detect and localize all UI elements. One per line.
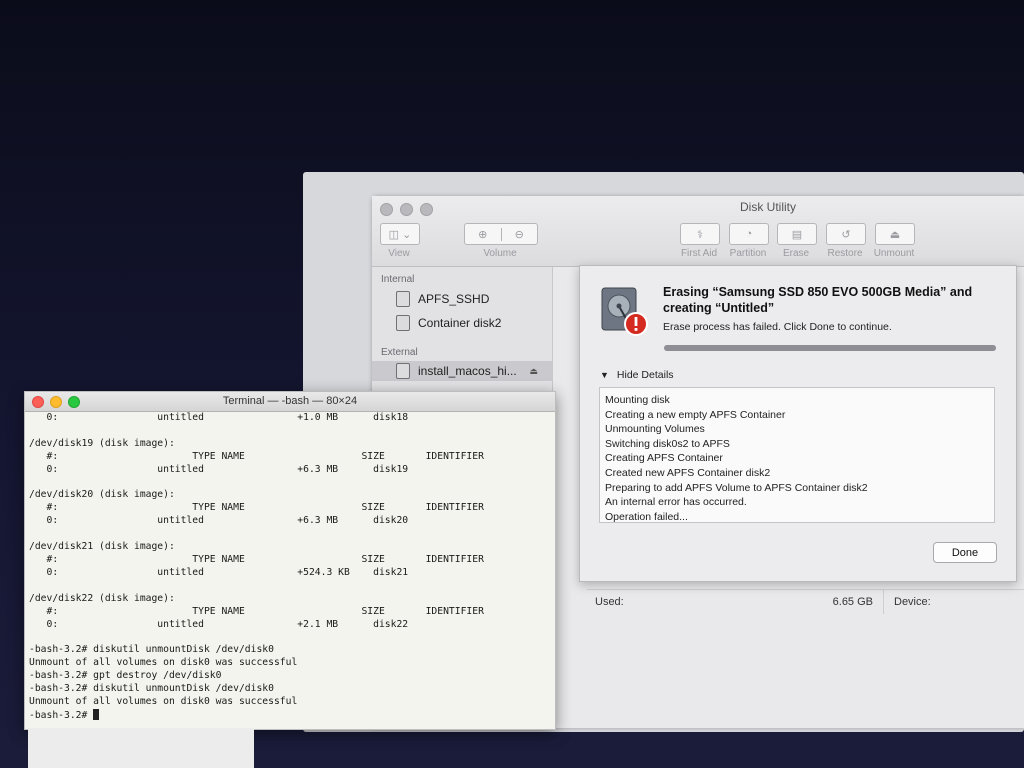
- unmount-label: Unmount: [873, 248, 915, 259]
- remove-volume-icon[interactable]: ⊖: [502, 228, 538, 241]
- sidebar-section-internal: Internal: [381, 274, 415, 285]
- terminal-line: Unmount of all volumes on disk0 was succ…: [29, 657, 298, 669]
- partition-button[interactable]: ◔: [729, 223, 769, 245]
- disk-icon: [396, 363, 410, 379]
- eject-icon[interactable]: ⏏: [529, 366, 538, 377]
- log-line: An internal error has occurred.: [605, 496, 747, 509]
- hide-details-label: Hide Details: [616, 369, 674, 381]
- info-divider: [883, 590, 884, 614]
- restore-label: Restore: [827, 248, 863, 259]
- sheet-status: Erase process has failed. Click Done to …: [663, 321, 892, 333]
- terminal-line: #: TYPE NAME SIZE IDENTIFIER: [29, 450, 484, 462]
- log-line: Preparing to add APFS Volume to APFS Con…: [605, 481, 868, 494]
- terminal-line: ​: [29, 425, 551, 438]
- log-line: Creating APFS Container: [605, 452, 723, 465]
- used-label: Used:: [595, 596, 624, 608]
- restore-icon: ↺: [841, 228, 851, 241]
- partition-label: Partition: [729, 248, 767, 259]
- log-line: Operation failed...: [605, 510, 688, 523]
- info-row: Used: 6.65 GB Device:: [587, 589, 1024, 614]
- view-label: View: [388, 248, 410, 259]
- terminal-line: 0: untitled +6.3 MB disk19: [29, 463, 409, 475]
- details-log: Mounting disk Creating a new empty APFS …: [599, 387, 995, 523]
- chevron-down-icon: ⌄: [402, 228, 412, 241]
- unmount-icon: ⏏: [889, 228, 901, 241]
- terminal-line: 0: untitled +2.1 MB disk22: [29, 618, 409, 630]
- erase-progress-bar: [664, 345, 996, 351]
- volume-label: Volume: [483, 248, 517, 259]
- terminal-prompt-line: -bash-3.2#: [29, 708, 551, 723]
- log-line: Mounting disk: [605, 394, 670, 406]
- progress-fill: [664, 345, 996, 351]
- restore-button[interactable]: ↺: [826, 223, 866, 245]
- terminal-line: #: TYPE NAME SIZE IDENTIFIER: [29, 502, 484, 514]
- terminal-prompt: -bash-3.2#: [29, 709, 94, 721]
- terminal-line: Unmount of all volumes on disk0 was succ…: [29, 695, 298, 707]
- text-cursor: [93, 708, 100, 720]
- sidebar-icon: ◫: [388, 228, 400, 241]
- volume-button-group: ⊕ ⊖: [464, 223, 538, 245]
- view-button[interactable]: ◫ ⌄: [380, 223, 420, 245]
- erase-icon: ▤: [791, 228, 803, 241]
- terminal-line: #: TYPE NAME SIZE IDENTIFIER: [29, 605, 484, 617]
- log-line: Created new APFS Container disk2: [605, 466, 771, 479]
- terminal-line: /dev/disk22 (disk image):: [29, 592, 175, 604]
- disclosure-triangle-icon: ▼: [600, 370, 609, 380]
- log-line: Creating a new empty APFS Container: [605, 408, 786, 421]
- sidebar-item-label: Container disk2: [418, 316, 502, 330]
- done-button[interactable]: Done: [933, 542, 997, 563]
- sheet-title: Erasing “Samsung SSD 850 EVO 500GB Media…: [663, 285, 973, 315]
- sidebar-item-apfs-sshd[interactable]: APFS_SSHD: [396, 289, 489, 309]
- terminal-line: ​: [29, 631, 551, 644]
- erase-sheet: Erasing “Samsung SSD 850 EVO 500GB Media…: [579, 265, 1017, 582]
- device-label: Device:: [894, 596, 931, 608]
- terminal-line: ​: [29, 580, 551, 593]
- window-title: Disk Utility: [740, 200, 796, 214]
- first-aid-label: First Aid: [680, 248, 718, 259]
- terminal-title: Terminal — -bash — 80×24: [222, 395, 358, 407]
- sidebar-item-install-macos[interactable]: install_macos_hi... ⏏: [372, 361, 552, 381]
- hide-details-toggle[interactable]: ▼ Hide Details: [600, 369, 674, 381]
- sidebar-item-container-disk2[interactable]: Container disk2: [396, 313, 501, 333]
- erase-label: Erase: [782, 248, 810, 259]
- unmount-button[interactable]: ⏏: [875, 223, 915, 245]
- first-aid-button[interactable]: ⚕: [680, 223, 720, 245]
- stethoscope-icon: ⚕: [697, 228, 703, 241]
- terminal-line: 0: untitled +1.0 MB disk18: [29, 412, 409, 423]
- partition-icon: ◔: [745, 228, 753, 240]
- erase-button[interactable]: ▤: [777, 223, 817, 245]
- terminal-line: #: TYPE NAME SIZE IDENTIFIER: [29, 553, 484, 565]
- hard-drive-warning-icon: [601, 287, 648, 336]
- terminal-line: /dev/disk20 (disk image):: [29, 489, 175, 501]
- used-value: 6.65 GB: [832, 596, 873, 608]
- sidebar-item-label: APFS_SSHD: [418, 292, 490, 306]
- log-line: Switching disk0s2 to APFS: [605, 437, 730, 450]
- terminal-line: 0: untitled +524.3 KB disk21: [29, 566, 409, 578]
- sidebar-item-label: install_macos_hi...: [418, 364, 517, 378]
- add-volume-icon[interactable]: ⊕: [465, 227, 502, 241]
- terminal-titlebar: Terminal — -bash — 80×24: [25, 392, 555, 412]
- terminal-line: /dev/disk19 (disk image):: [29, 437, 175, 449]
- terminal-line: ​: [29, 528, 551, 541]
- log-line: Unmounting Volumes: [605, 423, 705, 436]
- sidebar-section-external: External: [381, 347, 418, 358]
- disk-icon: [396, 291, 410, 307]
- background-window-fragment-bottom: [28, 728, 254, 768]
- terminal-window: Terminal — -bash — 80×24 0: untitled +1.…: [24, 391, 556, 730]
- terminal-line: /dev/disk21 (disk image):: [29, 541, 175, 553]
- terminal-line: -bash-3.2# diskutil unmountDisk /dev/dis…: [29, 683, 274, 695]
- terminal-line: -bash-3.2# gpt destroy /dev/disk0: [29, 670, 222, 682]
- disk-utility-toolbar: Disk Utility ◫ ⌄ View ⊕ ⊖ Volume ⚕ First…: [372, 196, 1024, 267]
- terminal-output[interactable]: 0: untitled +1.0 MB disk18​/dev/disk19 (…: [29, 412, 551, 729]
- terminal-line: 0: untitled +6.3 MB disk20: [29, 515, 409, 527]
- disk-icon: [396, 315, 410, 331]
- terminal-line: -bash-3.2# diskutil unmountDisk /dev/dis…: [29, 644, 274, 656]
- terminal-line: ​: [29, 477, 551, 490]
